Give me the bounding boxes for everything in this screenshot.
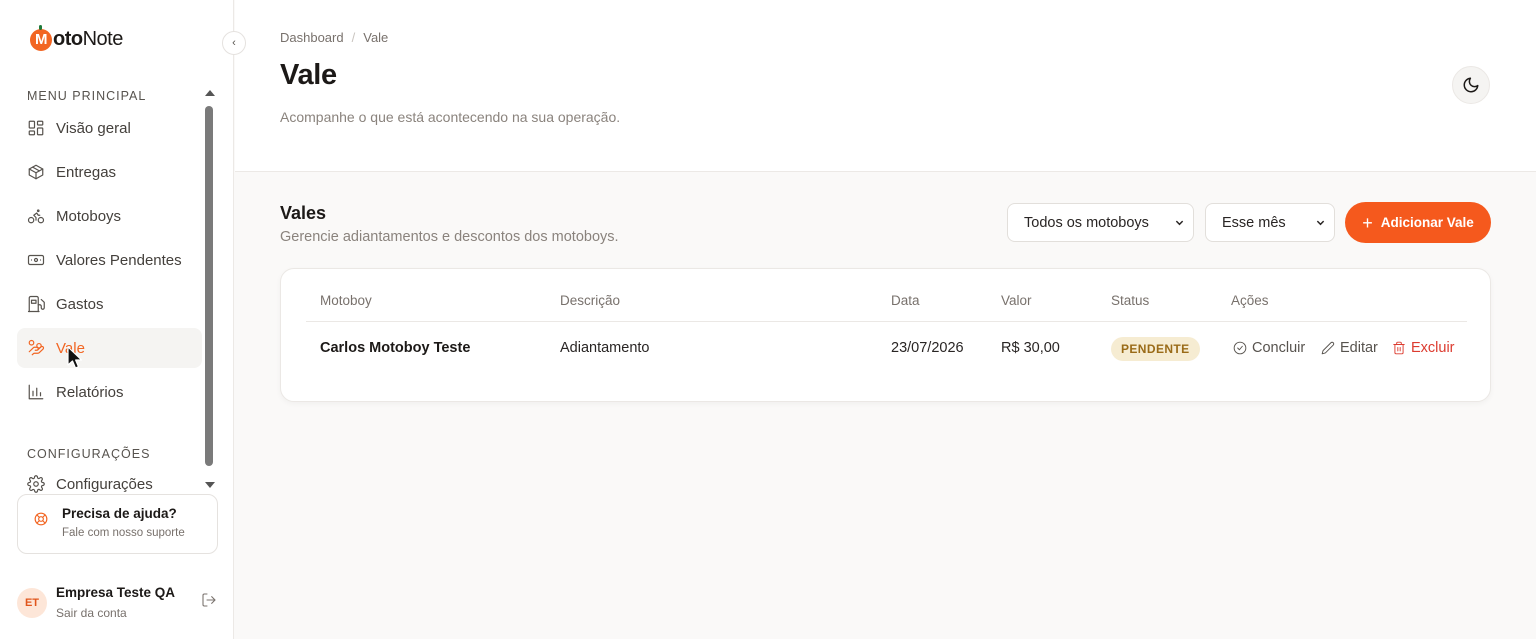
breadcrumb-dashboard[interactable]: Dashboard — [280, 30, 344, 45]
bar-chart-icon — [27, 383, 45, 401]
bike-icon — [27, 207, 45, 225]
sidebar-item-relatorios[interactable]: Relatórios — [17, 372, 202, 412]
life-buoy-icon — [34, 512, 48, 526]
column-header-acoes: Ações — [1231, 293, 1269, 308]
sidebar-item-label: Valores Pendentes — [56, 251, 182, 269]
scroll-up-arrow[interactable] — [205, 90, 215, 96]
hand-coins-icon — [27, 339, 45, 357]
menu-section-label: MENU PRINCIPAL — [27, 89, 147, 103]
sidebar-item-gastos[interactable]: Gastos — [17, 284, 202, 324]
sidebar-item-vale[interactable]: Vale — [17, 328, 202, 368]
period-filter-value: Esse mês — [1222, 214, 1286, 231]
cell-valor: R$ 30,00 — [1001, 340, 1060, 356]
help-card[interactable]: Precisa de ajuda? Fale com nosso suporte — [17, 494, 218, 554]
banknote-icon — [27, 251, 45, 269]
user-name: Empresa Teste QA — [56, 585, 176, 600]
sidebar-item-label: Configurações — [56, 475, 153, 493]
plus-icon: + — [1362, 212, 1373, 233]
edit-button[interactable]: Editar — [1321, 340, 1378, 356]
sidebar-item-label: Motoboys — [56, 207, 122, 225]
page-header: Dashboard / Vale Vale Acompanhe o que está… — [235, 0, 1536, 172]
help-title: Precisa de ajuda? — [62, 506, 177, 521]
add-vale-label: Adicionar Vale — [1380, 215, 1474, 230]
sidebar: M oto Note MENU PRINCIPAL Visão geral En… — [0, 0, 234, 639]
sidebar-scrollbar[interactable] — [204, 90, 216, 490]
section-title: Vales — [280, 203, 327, 223]
help-subtitle: Fale com nosso suporte — [62, 527, 185, 539]
breadcrumb-current: Vale — [363, 30, 389, 45]
logo-mark: M — [30, 24, 52, 51]
logo-text-light: Note — [82, 28, 124, 50]
collapse-sidebar-button[interactable]: ‹ — [222, 31, 246, 55]
column-header-data: Data — [891, 293, 920, 308]
sidebar-item-label: Gastos — [56, 295, 104, 313]
section-subtitle: Gerencie adiantamentos e descontos dos m… — [280, 229, 619, 245]
moon-icon — [1463, 77, 1479, 93]
cell-descricao: Adiantamento — [560, 340, 650, 356]
chevron-down-icon — [1316, 220, 1325, 226]
logo-text-bold: oto — [53, 28, 83, 50]
delete-label: Excluir — [1411, 340, 1455, 356]
logo[interactable]: M oto Note — [30, 24, 124, 51]
chevron-down-icon — [1175, 220, 1184, 226]
logout-icon[interactable] — [201, 592, 217, 608]
edit-label: Editar — [1340, 340, 1378, 356]
sidebar-item-motoboys[interactable]: Motoboys — [17, 196, 202, 236]
scroll-down-arrow[interactable] — [205, 482, 215, 488]
column-header-status: Status — [1111, 293, 1150, 308]
gear-icon — [27, 475, 45, 493]
add-vale-button[interactable]: + Adicionar Vale — [1345, 202, 1491, 243]
breadcrumb: Dashboard / Vale — [280, 30, 388, 45]
sidebar-item-label: Visão geral — [56, 119, 131, 137]
logout-link[interactable]: Sair da conta — [56, 606, 127, 620]
package-icon — [27, 163, 45, 181]
mouse-cursor-icon — [67, 346, 83, 369]
scroll-thumb[interactable] — [205, 106, 213, 466]
sidebar-item-valores-pendentes[interactable]: Valores Pendentes — [17, 240, 202, 280]
breadcrumb-separator: / — [351, 30, 356, 45]
cell-data: 23/07/2026 — [891, 340, 964, 356]
sidebar-item-label: Relatórios — [56, 383, 124, 401]
config-section-label: CONFIGURAÇÕES — [27, 447, 151, 461]
cell-motoboy: Carlos Motoboy Teste — [320, 340, 471, 356]
motoboy-filter-select[interactable]: Todos os motoboys — [1007, 203, 1194, 242]
column-header-descricao: Descrição — [560, 293, 621, 308]
column-header-valor: Valor — [1001, 293, 1032, 308]
sidebar-item-visao-geral[interactable]: Visão geral — [17, 108, 202, 148]
sidebar-item-entregas[interactable]: Entregas — [17, 152, 202, 192]
theme-toggle-button[interactable] — [1452, 66, 1490, 104]
header-divider — [306, 321, 1467, 322]
grid-icon — [27, 119, 45, 137]
delete-button[interactable]: Excluir — [1392, 340, 1455, 356]
chevron-left-icon: ‹ — [232, 37, 236, 49]
trash-icon — [1393, 341, 1405, 355]
complete-button[interactable]: Concluir — [1233, 340, 1305, 356]
fuel-icon — [27, 295, 45, 313]
period-filter-select[interactable]: Esse mês — [1205, 203, 1335, 242]
vales-table: Motoboy Descrição Data Valor Status Açõe… — [280, 268, 1491, 402]
pencil-icon — [1321, 341, 1335, 355]
complete-label: Concluir — [1252, 340, 1306, 356]
page-subtitle: Acompanhe o que está acontecendo na sua … — [280, 109, 621, 125]
page-title: Vale — [280, 59, 337, 91]
column-header-motoboy: Motoboy — [320, 293, 372, 308]
sidebar-item-label: Entregas — [56, 163, 117, 181]
avatar: ET — [17, 588, 47, 618]
status-badge: PENDENTE — [1111, 337, 1200, 361]
check-circle-icon — [1233, 341, 1247, 355]
motoboy-filter-value: Todos os motoboys — [1024, 214, 1149, 231]
